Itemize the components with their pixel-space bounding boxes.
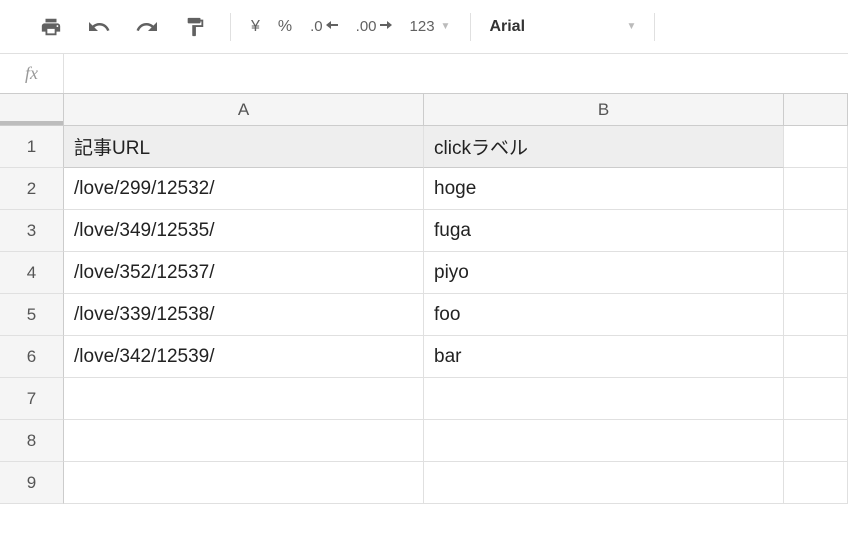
cell-A1[interactable]: 記事URL — [64, 126, 424, 168]
decrease-decimal-button[interactable]: .0 — [310, 18, 338, 35]
cell-extra-7[interactable] — [784, 378, 848, 420]
row-header-9[interactable]: 9 — [0, 462, 64, 504]
cell-B7[interactable] — [424, 378, 784, 420]
cell-A6[interactable]: /love/342/12539/ — [64, 336, 424, 378]
increase-decimal-button[interactable]: .00 — [356, 18, 392, 35]
cell-A3[interactable]: /love/349/12535/ — [64, 210, 424, 252]
cell-A5[interactable]: /love/339/12538/ — [64, 294, 424, 336]
column-header-extra[interactable] — [784, 94, 848, 126]
row-header-4[interactable]: 4 — [0, 252, 64, 294]
redo-button[interactable] — [132, 12, 162, 42]
undo-icon — [87, 15, 111, 39]
row-header-6[interactable]: 6 — [0, 336, 64, 378]
cell-A9[interactable] — [64, 462, 424, 504]
decrease-decimal-label: .0 — [310, 18, 323, 35]
font-family-dropdown[interactable]: Arial ▼ — [475, 18, 650, 36]
cell-B3[interactable]: fuga — [424, 210, 784, 252]
chevron-down-icon: ▼ — [627, 21, 637, 32]
paint-format-icon — [184, 16, 206, 38]
row-header-5[interactable]: 5 — [0, 294, 64, 336]
percent-button[interactable]: % — [278, 18, 292, 36]
cell-extra-5[interactable] — [784, 294, 848, 336]
undo-button[interactable] — [84, 12, 114, 42]
formula-bar: fx — [0, 54, 848, 94]
cell-extra-1[interactable] — [784, 126, 848, 168]
cell-extra-8[interactable] — [784, 420, 848, 462]
print-icon — [40, 16, 62, 38]
cell-extra-3[interactable] — [784, 210, 848, 252]
cell-extra-4[interactable] — [784, 252, 848, 294]
column-header-B[interactable]: B — [424, 94, 784, 126]
toolbar-group-actions — [20, 12, 226, 42]
cell-A8[interactable] — [64, 420, 424, 462]
chevron-down-icon: ▼ — [441, 21, 451, 32]
print-button[interactable] — [36, 12, 66, 42]
toolbar-separator — [230, 13, 231, 41]
cell-A4[interactable]: /love/352/12537/ — [64, 252, 424, 294]
cell-B6[interactable]: bar — [424, 336, 784, 378]
toolbar-group-number: ¥ % .0 .00 123 ▼ — [235, 18, 466, 36]
increase-decimal-label: .00 — [356, 18, 377, 35]
more-formats-label: 123 — [410, 18, 435, 35]
currency-button[interactable]: ¥ — [251, 18, 260, 36]
arrow-left-icon — [326, 21, 338, 32]
paint-format-button[interactable] — [180, 12, 210, 42]
cell-A7[interactable] — [64, 378, 424, 420]
toolbar: ¥ % .0 .00 123 ▼ Arial ▼ — [0, 0, 848, 54]
cell-B8[interactable] — [424, 420, 784, 462]
cell-B9[interactable] — [424, 462, 784, 504]
cell-B4[interactable]: piyo — [424, 252, 784, 294]
cell-extra-6[interactable] — [784, 336, 848, 378]
toolbar-separator — [654, 13, 655, 41]
row-header-3[interactable]: 3 — [0, 210, 64, 252]
cell-B5[interactable]: foo — [424, 294, 784, 336]
cell-extra-2[interactable] — [784, 168, 848, 210]
cell-A2[interactable]: /love/299/12532/ — [64, 168, 424, 210]
arrow-right-icon — [380, 21, 392, 32]
select-all-corner[interactable] — [0, 94, 64, 126]
cell-extra-9[interactable] — [784, 462, 848, 504]
font-family-label: Arial — [489, 18, 525, 36]
row-header-1[interactable]: 1 — [0, 126, 64, 168]
cell-B1[interactable]: clickラベル — [424, 126, 784, 168]
column-header-A[interactable]: A — [64, 94, 424, 126]
row-header-2[interactable]: 2 — [0, 168, 64, 210]
spreadsheet-grid: A B 1 記事URL clickラベル 2 /love/299/12532/ … — [0, 94, 848, 504]
formula-input[interactable] — [64, 54, 848, 93]
row-header-8[interactable]: 8 — [0, 420, 64, 462]
fx-label: fx — [0, 54, 64, 93]
more-formats-button[interactable]: 123 ▼ — [410, 18, 451, 35]
row-header-7[interactable]: 7 — [0, 378, 64, 420]
cell-B2[interactable]: hoge — [424, 168, 784, 210]
redo-icon — [135, 15, 159, 39]
toolbar-separator — [470, 13, 471, 41]
